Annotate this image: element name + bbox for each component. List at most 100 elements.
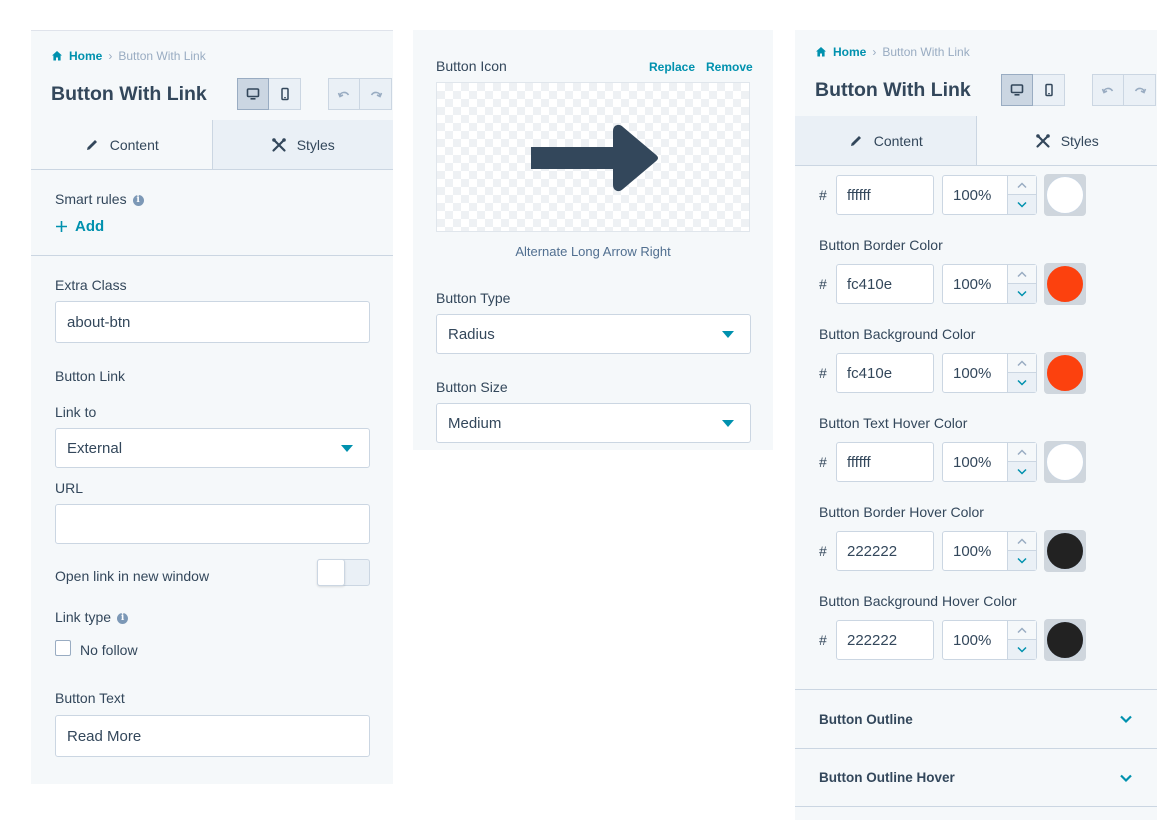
chevron-up-icon <box>1017 537 1027 544</box>
tab-content[interactable]: Content <box>795 116 977 165</box>
button-type-select[interactable]: Radius <box>436 314 751 354</box>
no-follow-label: No follow <box>80 642 138 658</box>
hash-symbol: # <box>819 187 827 203</box>
opacity-stepper[interactable] <box>1007 532 1036 570</box>
undo-button[interactable] <box>328 78 360 110</box>
color-swatch <box>1046 532 1084 570</box>
extra-class-input[interactable]: about-btn <box>55 301 370 343</box>
mobile-view-button[interactable] <box>1033 74 1065 106</box>
color-swatch-button[interactable] <box>1044 530 1086 572</box>
chevron-down-icon <box>1017 646 1027 653</box>
opacity-input[interactable]: 100% <box>942 442 1037 482</box>
stepper-up-button[interactable] <box>1008 176 1036 195</box>
stepper-down-button[interactable] <box>1008 640 1036 659</box>
opacity-stepper[interactable] <box>1007 354 1036 392</box>
opacity-stepper[interactable] <box>1007 176 1036 214</box>
color-swatch-button[interactable] <box>1044 263 1086 305</box>
opacity-stepper[interactable] <box>1007 443 1036 481</box>
info-icon[interactable]: i <box>117 612 129 624</box>
tab-styles[interactable]: Styles <box>211 120 393 169</box>
stepper-up-button[interactable] <box>1008 443 1036 462</box>
history-controls <box>328 78 392 110</box>
opacity-stepper[interactable] <box>1007 621 1036 659</box>
history-controls <box>1092 74 1156 106</box>
color-swatch <box>1046 443 1084 481</box>
opacity-input[interactable]: 100% <box>942 531 1037 571</box>
color-swatch-button[interactable] <box>1044 174 1086 216</box>
icon-preview[interactable] <box>436 82 750 232</box>
open-new-window-toggle[interactable] <box>317 559 370 586</box>
redo-button[interactable] <box>1124 74 1156 106</box>
hash-symbol: # <box>819 632 827 648</box>
button-size-label: Button Size <box>436 379 508 395</box>
hex-color-input[interactable]: 222222 <box>836 620 934 660</box>
hex-color-input[interactable]: 222222 <box>836 531 934 571</box>
stepper-up-button[interactable] <box>1008 265 1036 284</box>
stepper-up-button[interactable] <box>1008 621 1036 640</box>
button-outline-section[interactable]: Button Outline <box>795 689 1157 748</box>
divider <box>31 255 393 256</box>
stepper-down-button[interactable] <box>1008 195 1036 214</box>
url-input[interactable] <box>55 504 370 544</box>
mobile-view-button[interactable] <box>269 78 301 110</box>
breadcrumb-home-link[interactable]: Home <box>69 49 102 63</box>
stepper-up-button[interactable] <box>1008 354 1036 373</box>
color-swatch-button[interactable] <box>1044 441 1086 483</box>
breadcrumb: Home › Button With Link <box>815 45 970 59</box>
remove-icon-link[interactable]: Remove <box>706 60 753 74</box>
undo-button[interactable] <box>1092 74 1124 106</box>
stepper-down-button[interactable] <box>1008 551 1036 570</box>
smart-rules-text: Smart rules <box>55 191 127 207</box>
color-label: Button Border Color <box>819 237 943 253</box>
opacity-stepper[interactable] <box>1007 265 1036 303</box>
opacity-input[interactable]: 100% <box>942 353 1037 393</box>
color-label: Button Background Hover Color <box>819 593 1017 609</box>
hex-color-input[interactable]: ffffff <box>836 175 934 215</box>
opacity-value: 100% <box>953 275 992 293</box>
button-text-input[interactable]: Read More <box>55 715 370 757</box>
tab-styles-label: Styles <box>1060 132 1099 149</box>
tools-icon <box>1035 133 1050 148</box>
pencil-icon <box>850 135 861 146</box>
hex-color-input[interactable]: fc410e <box>836 264 934 304</box>
desktop-view-button[interactable] <box>1001 74 1033 106</box>
chevron-right-icon: › <box>108 49 113 63</box>
home-icon <box>52 51 62 61</box>
section-title: Button Outline <box>819 711 913 727</box>
hex-color-input[interactable]: fc410e <box>836 353 934 393</box>
undo-icon <box>1101 87 1114 94</box>
opacity-value: 100% <box>953 186 992 204</box>
redo-button[interactable] <box>360 78 392 110</box>
hash-symbol: # <box>819 454 827 470</box>
stepper-up-button[interactable] <box>1008 532 1036 551</box>
opacity-input[interactable]: 100% <box>942 264 1037 304</box>
breadcrumb: Home › Button With Link <box>51 49 206 63</box>
desktop-view-button[interactable] <box>237 78 269 110</box>
link-to-select[interactable]: External <box>55 428 370 468</box>
link-type-text: Link type <box>55 609 112 625</box>
button-size-select[interactable]: Medium <box>436 403 751 443</box>
color-swatch-button[interactable] <box>1044 619 1086 661</box>
stepper-down-button[interactable] <box>1008 462 1036 481</box>
tab-styles[interactable]: Styles <box>976 116 1157 165</box>
opacity-value: 100% <box>953 542 992 560</box>
add-smart-rule-button[interactable]: Add <box>55 218 104 235</box>
stepper-down-button[interactable] <box>1008 373 1036 392</box>
replace-icon-link[interactable]: Replace <box>649 60 695 74</box>
device-toggle <box>1001 74 1065 106</box>
undo-icon <box>337 91 350 98</box>
tab-content[interactable]: Content <box>31 120 212 169</box>
info-icon[interactable]: i <box>132 194 144 206</box>
color-swatch-button[interactable] <box>1044 352 1086 394</box>
color-swatch <box>1046 621 1084 659</box>
color-swatch <box>1046 354 1084 392</box>
hex-color-input[interactable]: ffffff <box>836 442 934 482</box>
button-outline-hover-section[interactable]: Button Outline Hover <box>795 748 1157 807</box>
breadcrumb-home-link[interactable]: Home <box>833 45 866 59</box>
chevron-down-icon <box>1120 774 1132 782</box>
stepper-down-button[interactable] <box>1008 284 1036 303</box>
opacity-input[interactable]: 100% <box>942 620 1037 660</box>
extra-class-label: Extra Class <box>55 277 127 293</box>
opacity-input[interactable]: 100% <box>942 175 1037 215</box>
no-follow-checkbox[interactable] <box>55 640 71 656</box>
